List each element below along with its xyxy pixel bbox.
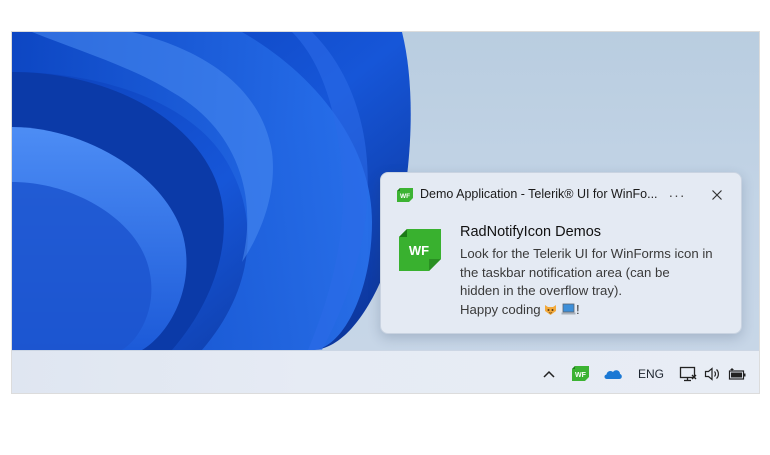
toast-message-line: the taskbar notification area (can be — [460, 264, 670, 280]
more-options-button[interactable]: ··· — [664, 183, 690, 207]
toast-message-line: hidden in the overflow tray). — [460, 283, 622, 299]
toast-message: Look for the Telerik UI for WinForms ico… — [460, 245, 735, 319]
network-icon[interactable] — [677, 351, 699, 393]
toast-body: RadNotifyIcon Demos Look for the Telerik… — [460, 223, 735, 319]
winforms-app-icon[interactable]: WF — [568, 351, 592, 393]
toast-heading: RadNotifyIcon Demos — [460, 224, 602, 240]
volume-icon[interactable] — [701, 351, 723, 393]
chevron-up-icon[interactable] — [536, 351, 562, 393]
toast-message-line: Look for the Telerik UI for WinForms ico… — [460, 246, 713, 261]
sign-off-suffix: ! — [575, 301, 580, 317]
cat-face-icon — [544, 303, 557, 316]
svg-text:WF: WF — [400, 193, 410, 200]
winforms-logo-icon: WF — [399, 229, 441, 271]
language-indicator[interactable]: ENG — [636, 351, 666, 393]
more-icon: ··· — [668, 187, 686, 203]
winforms-app-icon: WF — [397, 188, 413, 202]
sign-off-text: Happy coding — [460, 301, 545, 317]
onedrive-cloud-icon[interactable] — [600, 351, 626, 393]
laptop-icon — [561, 303, 576, 316]
battery-icon[interactable] — [725, 351, 749, 393]
close-icon — [712, 190, 722, 200]
toast-header: WF Demo Application - Telerik® UI for Wi… — [381, 173, 741, 217]
svg-text:WF: WF — [409, 243, 429, 258]
toast-app-title: Demo Application - Telerik® UI for WinFo… — [420, 187, 658, 201]
close-button[interactable] — [705, 183, 729, 207]
taskbar: WF ENG — [12, 350, 759, 393]
svg-text:WF: WF — [575, 372, 587, 379]
notification-toast[interactable]: WF Demo Application - Telerik® UI for Wi… — [380, 172, 742, 334]
